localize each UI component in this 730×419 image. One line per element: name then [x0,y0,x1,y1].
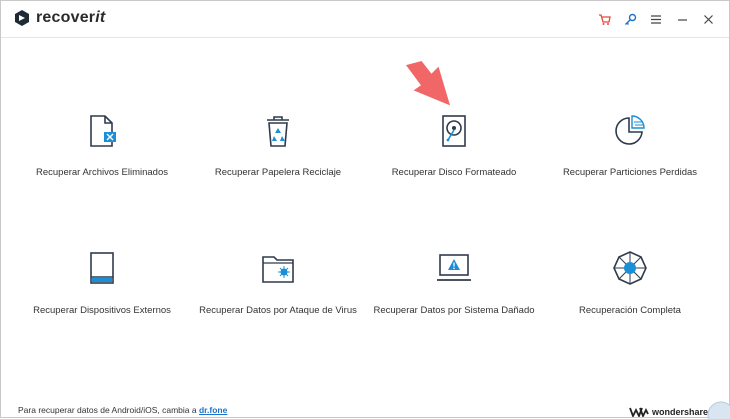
formatted-disk-icon [442,115,466,147]
key-button[interactable] [617,10,643,28]
menu-icon [651,14,661,24]
recoverit-logo-icon [15,10,29,26]
tile-label: Recuperar Particiones Perdidas [562,167,698,178]
tile-crashed-system[interactable]: Recuperar Datos por Sistema Dañado [364,250,544,340]
app-name: recoverit [36,9,106,26]
brand-name: wondershare [652,407,709,417]
drfone-link[interactable]: dr.fone [199,405,227,415]
wondershare-logo-icon [629,407,649,417]
cart-icon [598,13,611,25]
tile-label: Recuperación Completa [579,305,681,316]
recycle-bin-icon [267,116,289,147]
tile-label: Recuperar Dispositivos Externos [33,305,171,316]
virus-folder-icon [262,256,294,283]
tile-lost-partitions[interactable]: Recuperar Particiones Perdidas [540,113,720,203]
tile-complete-recovery[interactable]: Recuperación Completa [540,250,720,340]
title-bar: recoverit [1,1,729,38]
menu-button[interactable] [643,10,669,28]
external-device-icon [90,252,114,284]
tile-label: Recuperar Archivos Eliminados [35,167,168,178]
app-window: recoverit Recuperar Archivos Eliminados … [0,0,730,419]
watermark-logo-icon [707,401,730,419]
tile-external-devices[interactable]: Recuperar Dispositivos Externos [12,250,192,340]
tile-recycle-bin[interactable]: Recuperar Papelera Reciclaje [188,113,368,203]
annotation-arrow-icon [406,60,451,106]
tile-formatted-disk[interactable]: Recuperar Disco Formateado [364,113,544,203]
key-icon [624,13,636,25]
lost-partition-icon [615,115,645,145]
close-button[interactable] [695,10,721,28]
minimize-button[interactable] [669,10,695,28]
tile-label: Recuperar Datos por Ataque de Virus [199,305,357,316]
titlebar-controls [591,10,721,28]
tile-label: Recuperar Papelera Reciclaje [214,167,342,178]
tile-label: Recuperar Datos por Sistema Dañado [373,305,535,316]
deleted-file-icon [90,115,116,147]
close-icon [703,14,713,24]
complete-recovery-icon [613,251,647,285]
tile-deleted-files[interactable]: Recuperar Archivos Eliminados [12,113,192,203]
app-logo: recoverit [13,9,105,27]
tile-virus-attack[interactable]: Recuperar Datos por Ataque de Virus [188,250,368,340]
minimize-icon [677,18,687,21]
tile-label: Recuperar Disco Formateado [391,167,517,178]
footer-hint: Para recuperar datos de Android/iOS, cam… [18,405,228,415]
cart-button[interactable] [591,10,617,28]
wondershare-brand: wondershare [629,407,708,417]
crashed-system-icon [437,254,471,281]
